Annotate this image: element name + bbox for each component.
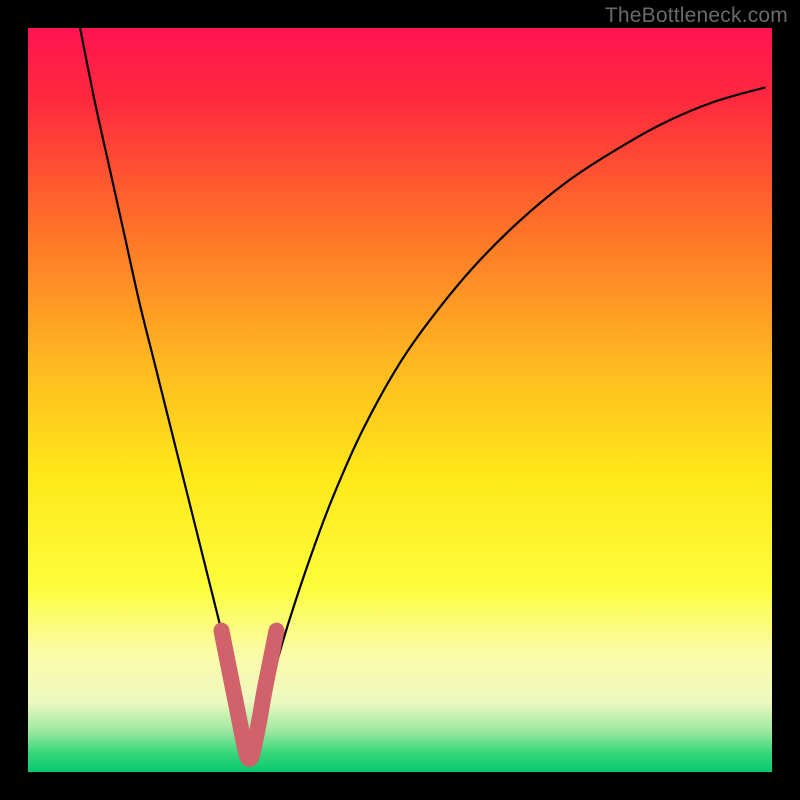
chart-plot-area [28, 28, 772, 772]
chart-svg [28, 28, 772, 772]
chart-background [28, 28, 772, 772]
watermark: TheBottleneck.com [605, 4, 788, 28]
